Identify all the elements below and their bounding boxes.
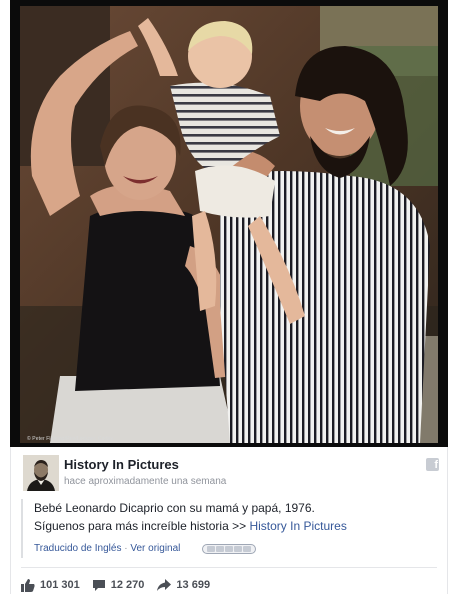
rating-segment[interactable] (243, 546, 251, 552)
post-page-link[interactable]: History In Pictures (249, 519, 346, 533)
likes-count: 101 301 (40, 579, 80, 591)
post-text-prefix: Síguenos para más increíble historia >> (34, 519, 250, 533)
see-original-link[interactable]: Ver original (130, 543, 180, 554)
page-name-link[interactable]: History In Pictures (64, 457, 179, 472)
facebook-icon[interactable]: f (426, 458, 439, 471)
thumbs-up-icon (21, 578, 35, 592)
card-divider (21, 567, 437, 568)
translation-rating[interactable] (202, 544, 256, 554)
share-arrow-icon (157, 578, 172, 591)
rating-segment[interactable] (234, 546, 242, 552)
shares-count: 13 699 (176, 579, 211, 591)
post-photo[interactable] (20, 6, 438, 443)
comments-count: 12 270 (110, 579, 145, 591)
speech-bubble-icon (92, 579, 105, 591)
comments-stat[interactable]: 12 270 (92, 579, 145, 592)
post-card: History In Pictures hace aproximadamente… (10, 447, 448, 594)
engagement-stats: 101 301 12 270 13 699 (21, 577, 210, 593)
post-timestamp[interactable]: hace aproximadamente una semana (64, 476, 226, 487)
post-text-line-2: Síguenos para más increíble historia >> … (34, 517, 431, 535)
page-avatar[interactable] (23, 455, 59, 491)
rating-segment[interactable] (225, 546, 233, 552)
translated-from-label[interactable]: Traducido de Inglés (34, 543, 121, 554)
translation-row: Traducido de Inglés · Ver original (34, 540, 431, 558)
post-body: Bebé Leonardo Dicaprio con su mamá y pap… (21, 499, 431, 558)
post-text-line-1: Bebé Leonardo Dicaprio con su mamá y pap… (34, 501, 315, 515)
shares-stat[interactable]: 13 699 (156, 578, 211, 592)
rating-segment[interactable] (207, 546, 215, 552)
photo-credit: © Peter Fleming/Rex/Lockner, Corbis (27, 436, 114, 442)
likes-stat[interactable]: 101 301 (21, 578, 80, 592)
rating-segment[interactable] (216, 546, 224, 552)
